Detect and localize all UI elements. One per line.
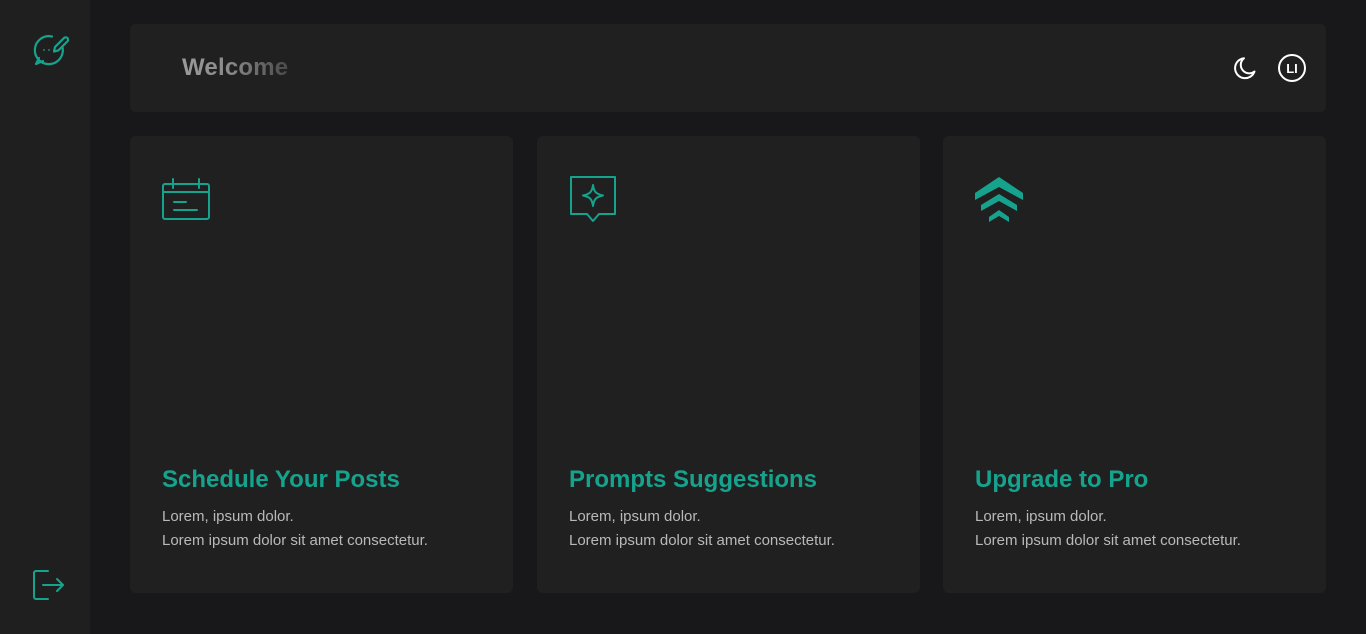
card-description-line: Lorem ipsum dolor sit amet consectetur. xyxy=(569,532,835,549)
logout-icon[interactable] xyxy=(30,567,66,603)
sidebar xyxy=(0,0,90,634)
card-schedule-posts[interactable]: Schedule Your Posts Lorem, ipsum dolor. … xyxy=(130,136,513,593)
card-description-line: Lorem, ipsum dolor. xyxy=(162,508,294,525)
moon-icon[interactable] xyxy=(1232,54,1260,82)
welcome-title: Welcome xyxy=(182,54,289,81)
card-title: Upgrade to Pro xyxy=(975,466,1149,493)
card-description-line: Lorem, ipsum dolor. xyxy=(975,508,1107,525)
calendar-icon xyxy=(161,175,211,225)
card-description-line: Lorem ipsum dolor sit amet consectetur. xyxy=(975,532,1241,549)
card-prompts-suggestions[interactable]: Prompts Suggestions Lorem, ipsum dolor. … xyxy=(537,136,920,593)
chat-bubble-pen-icon[interactable] xyxy=(31,31,70,69)
card-title: Schedule Your Posts xyxy=(162,466,400,493)
card-upgrade-pro[interactable]: Upgrade to Pro Lorem, ipsum dolor. Lorem… xyxy=(943,136,1326,593)
avatar[interactable]: LI xyxy=(1278,54,1306,82)
card-description-line: Lorem, ipsum dolor. xyxy=(569,508,701,525)
app-root: Welcome LI Schedule Your Posts Lorem, ip… xyxy=(0,0,1366,634)
chevrons-up-icon xyxy=(974,175,1024,225)
card-description-line: Lorem ipsum dolor sit amet consectetur. xyxy=(162,532,428,549)
card-title: Prompts Suggestions xyxy=(569,466,818,493)
sparkle-message-icon xyxy=(568,175,618,225)
top-header: Welcome LI xyxy=(130,24,1326,112)
